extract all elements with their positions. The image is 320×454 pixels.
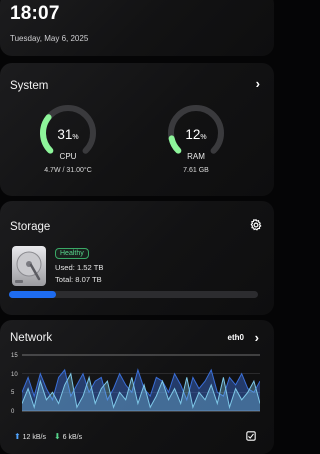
- ram-label: RAM: [187, 152, 205, 161]
- arrow-down-icon: ⬇: [54, 432, 61, 441]
- clock-date: Tuesday, May 6, 2025: [10, 34, 89, 43]
- chart-toggle-icon[interactable]: [246, 431, 256, 441]
- upload-speed: ⬆ 12 kB/s: [14, 432, 47, 441]
- y-tick-label: 0: [11, 409, 15, 415]
- cpu-detail: 4.7W / 31.00°C: [44, 167, 92, 174]
- hard-drive-icon: [12, 246, 46, 286]
- storage-used: Used: 1.52 TB: [55, 263, 104, 272]
- storage-title: Storage: [10, 221, 51, 233]
- system-card[interactable]: System › 31% CPU 4.7W / 31.00°C 12% RAM …: [0, 63, 274, 196]
- ram-value: 12%: [185, 127, 207, 142]
- storage-card[interactable]: Storage Healthy Used: 1.52 TB Total: 8.0…: [0, 201, 274, 315]
- download-speed: ⬇ 6 kB/s: [54, 432, 83, 441]
- storage-total: Total: 8.07 TB: [55, 275, 102, 284]
- chevron-right-icon[interactable]: ›: [255, 331, 259, 344]
- storage-progress-fill: [9, 291, 57, 298]
- y-tick-label: 5: [11, 390, 15, 396]
- header-card: 18:07 Tuesday, May 6, 2025: [0, 0, 274, 56]
- status-badge: Healthy: [55, 248, 89, 259]
- interface-name[interactable]: eth0: [228, 333, 244, 342]
- ram-detail: 7.61 GB: [183, 167, 209, 174]
- arrow-up-icon: ⬆: [14, 432, 21, 441]
- widget-screen: 18:07 Tuesday, May 6, 2025 System › 31% …: [0, 0, 274, 454]
- y-tick-label: 10: [11, 372, 18, 378]
- cpu-value: 31%: [57, 127, 79, 142]
- storage-progress-bar: [9, 291, 258, 298]
- chevron-right-icon[interactable]: ›: [256, 77, 260, 90]
- network-card[interactable]: Network eth0 › 15 10 5 0 ⬆ 12 kB/s ⬇ 6 k…: [0, 320, 274, 454]
- network-title: Network: [10, 332, 53, 344]
- system-title: System: [10, 80, 49, 92]
- network-chart: [22, 354, 260, 412]
- gear-icon[interactable]: [249, 218, 263, 232]
- y-tick-label: 15: [11, 353, 18, 359]
- clock-time: 18:07: [10, 3, 60, 24]
- cpu-label: CPU: [59, 152, 77, 161]
